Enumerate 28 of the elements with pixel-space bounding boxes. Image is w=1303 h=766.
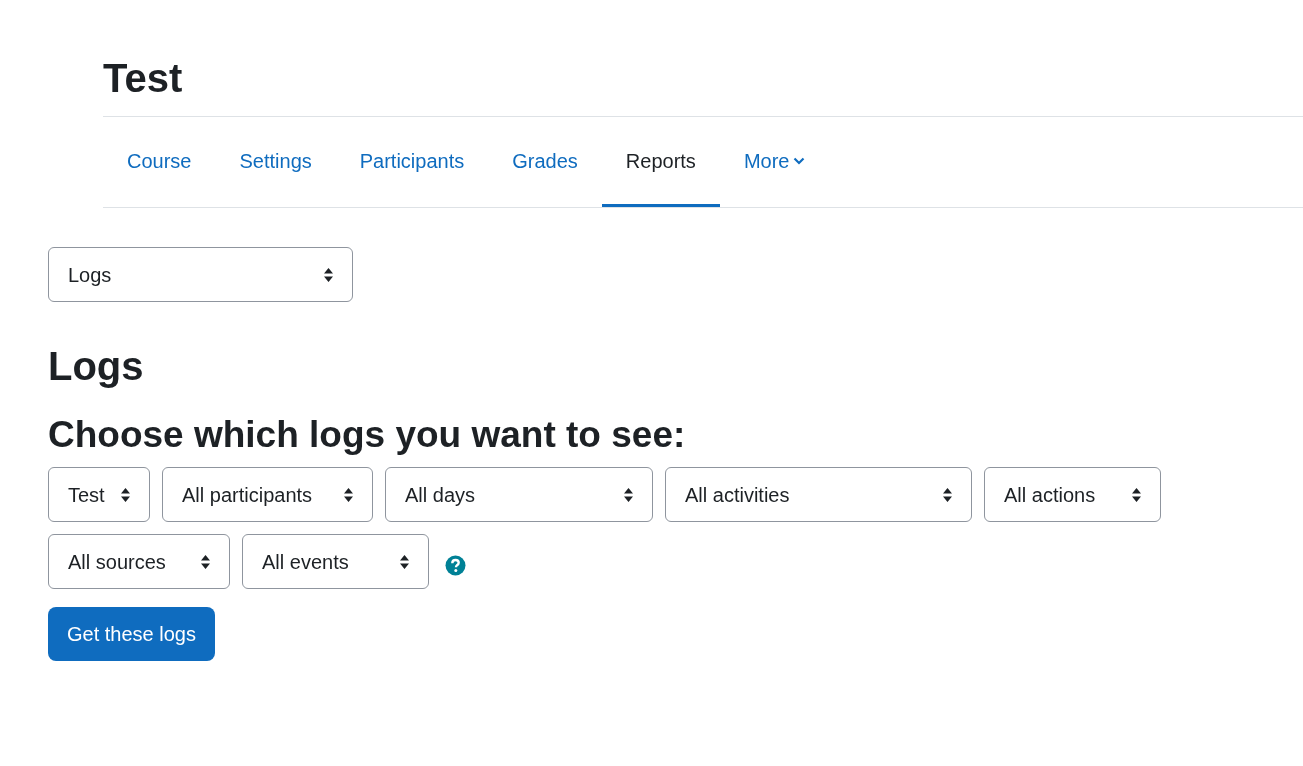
course-title: Test bbox=[103, 55, 183, 102]
nav-tab[interactable]: More bbox=[719, 117, 830, 207]
dropdown-select[interactable]: Logs bbox=[48, 247, 353, 302]
sort-arrows-icon bbox=[1131, 486, 1142, 503]
nav-tab[interactable]: Participants bbox=[335, 117, 489, 207]
dropdown-select[interactable]: All events bbox=[242, 534, 429, 589]
sort-arrows-icon bbox=[323, 266, 334, 283]
chevron-down-icon bbox=[793, 156, 806, 165]
submit-button[interactable]: Get these logs bbox=[48, 607, 215, 661]
dropdown-select[interactable]: All days bbox=[385, 467, 653, 522]
dropdown-select[interactable]: All sources bbox=[48, 534, 230, 589]
dropdown-select[interactable]: All participants bbox=[162, 467, 373, 522]
sort-arrows-icon bbox=[120, 486, 131, 503]
sort-arrows-icon bbox=[399, 553, 410, 570]
dropdown-select[interactable]: All actions bbox=[984, 467, 1161, 522]
sort-arrows-icon bbox=[942, 486, 953, 503]
form-heading: Choose which logs you want to see: bbox=[48, 416, 686, 453]
sort-arrows-icon bbox=[200, 553, 211, 570]
page-heading: Logs bbox=[48, 346, 144, 386]
dropdown-select[interactable]: Test bbox=[48, 467, 150, 522]
nav-tab[interactable]: Settings bbox=[215, 117, 336, 207]
dropdown-select[interactable]: All activities bbox=[665, 467, 972, 522]
sort-arrows-icon bbox=[623, 486, 634, 503]
sort-arrows-icon bbox=[343, 486, 354, 503]
nav-tab[interactable]: Grades bbox=[488, 117, 602, 207]
nav-tab[interactable]: Reports bbox=[601, 117, 720, 207]
help-icon[interactable] bbox=[445, 555, 466, 576]
nav-tab[interactable]: Course bbox=[103, 117, 216, 207]
